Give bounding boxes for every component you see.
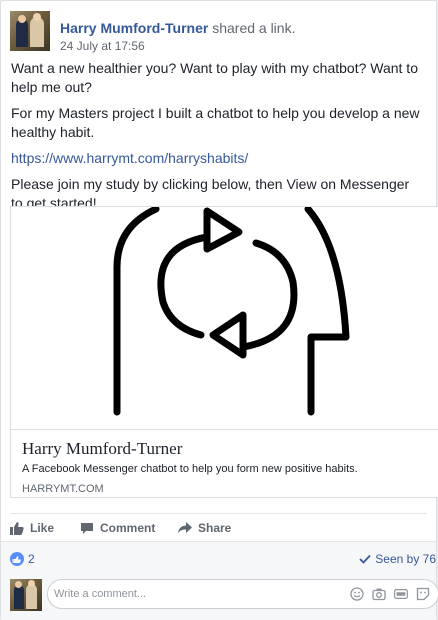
share-button[interactable]: Share (178, 521, 231, 535)
seen-by[interactable]: Seen by 76 (359, 552, 436, 566)
link-preview-card[interactable]: Harry Mumford-Turner A Facebook Messenge… (10, 206, 438, 498)
post-stats: 2 Seen by 76 (1, 541, 436, 574)
author-name[interactable]: Harry Mumford-Turner (60, 20, 208, 36)
post-actions: Like Comment Share (10, 513, 427, 542)
share-arrow-icon (178, 522, 192, 533)
author-avatar[interactable] (10, 11, 50, 51)
post-card: Harry Mumford-Turner shared a link. 24 J… (0, 0, 438, 620)
like-reaction-icon[interactable] (10, 552, 24, 566)
post-paragraph: Want a new healthier you? Want to play w… (11, 60, 418, 95)
like-count[interactable]: 2 (28, 552, 35, 566)
post-paragraph: For my Masters project I built a chatbot… (11, 105, 420, 140)
like-label: Like (30, 521, 55, 535)
post-action: shared a link. (212, 20, 296, 36)
gif-icon[interactable] (394, 587, 408, 601)
comment-icon (81, 522, 93, 534)
share-label: Share (198, 521, 232, 535)
sticker-icon[interactable] (416, 587, 430, 601)
card-title[interactable]: Harry Mumford-Turner (22, 439, 182, 459)
like-button[interactable]: Like (10, 521, 54, 535)
camera-icon[interactable] (372, 587, 386, 601)
post-timestamp[interactable]: 24 July at 17:56 (60, 39, 145, 53)
card-domain: HARRYMT.COM (22, 483, 104, 495)
emoji-icon[interactable] (350, 587, 364, 601)
comment-label: Comment (100, 521, 156, 535)
author-line: Harry Mumford-Turner shared a link. (60, 20, 295, 36)
seen-by-label: Seen by 76 (375, 552, 436, 566)
comment-composer: Write a comment... (1, 573, 438, 620)
post-link[interactable]: https://www.harrymt.com/harryshabits/ (11, 150, 248, 166)
thumbs-up-icon (10, 521, 24, 535)
comment-input[interactable]: Write a comment... (47, 579, 438, 609)
habit-cycle-image[interactable] (11, 207, 438, 430)
user-avatar[interactable] (10, 579, 42, 611)
card-description: A Facebook Messenger chatbot to help you… (22, 463, 358, 475)
comment-placeholder: Write a comment... (54, 588, 147, 600)
post-text: Want a new healthier you? Want to play w… (11, 59, 424, 220)
comment-button[interactable]: Comment (80, 521, 155, 535)
post-header: Harry Mumford-Turner shared a link. 24 J… (10, 11, 427, 53)
check-icon (359, 554, 371, 564)
